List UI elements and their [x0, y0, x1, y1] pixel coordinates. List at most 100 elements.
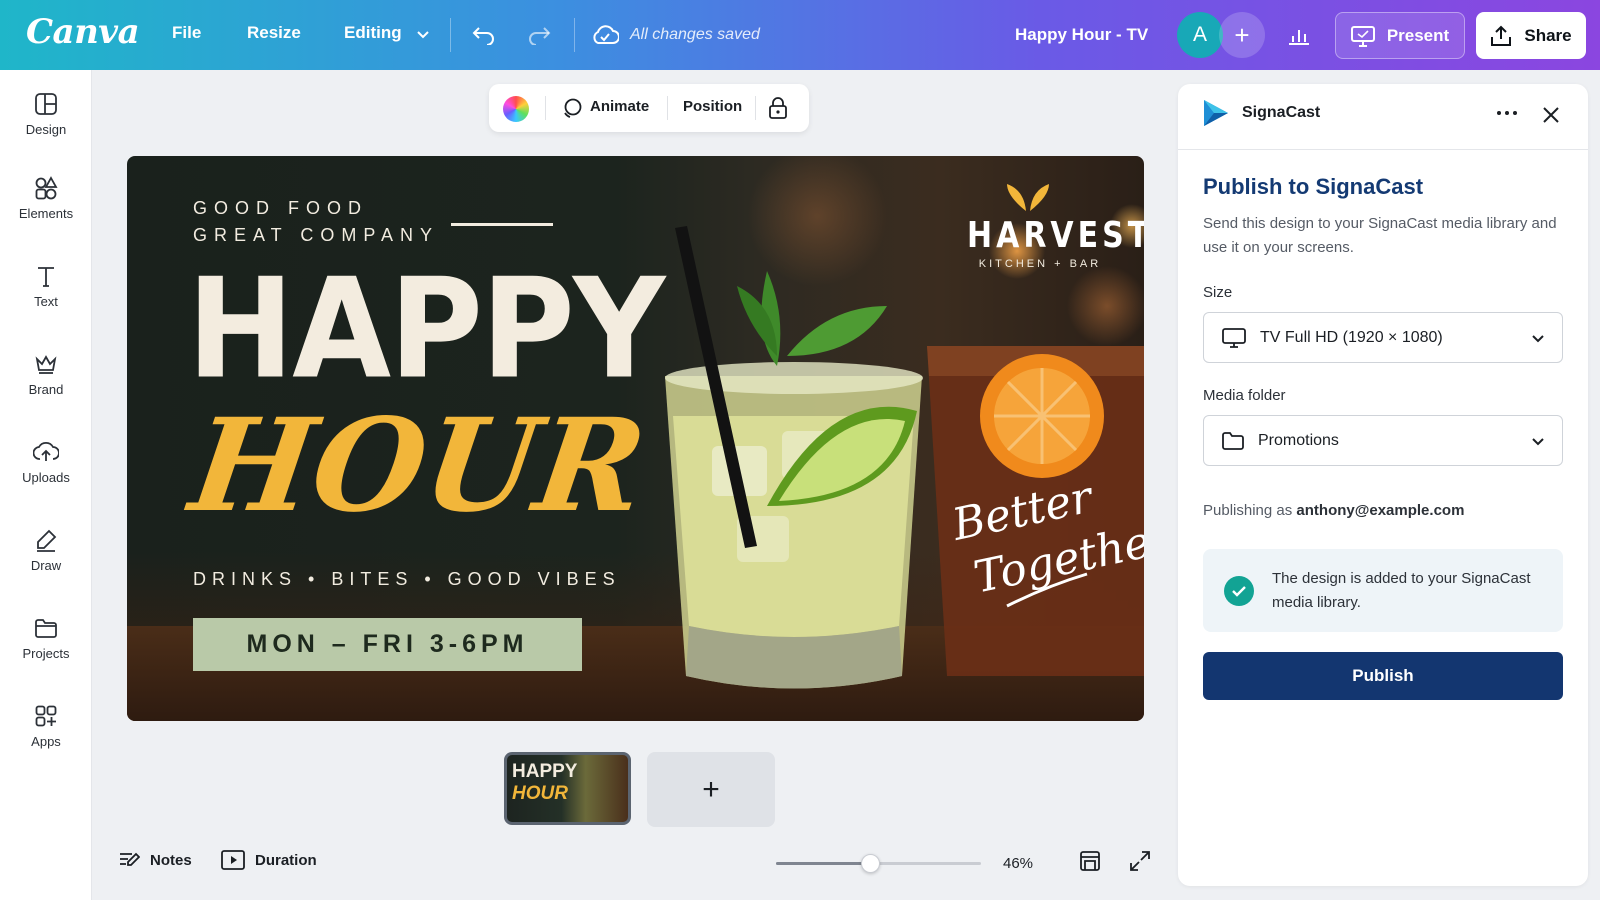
divider: [574, 18, 575, 52]
zoom-slider-fill: [776, 862, 871, 865]
redo-icon[interactable]: [524, 20, 554, 50]
zoom-value[interactable]: 46%: [1003, 855, 1033, 872]
signacast-logo-icon: [1204, 100, 1228, 126]
size-select[interactable]: TV Full HD (1920 × 1080): [1203, 312, 1563, 363]
rail-label: Projects: [22, 646, 70, 661]
avatar[interactable]: A: [1177, 12, 1223, 58]
color-picker-button[interactable]: [503, 96, 529, 122]
add-page-button[interactable]: +: [647, 752, 775, 827]
rail-label: Elements: [18, 206, 74, 221]
cloud-check-icon: [590, 20, 620, 50]
chevron-down-icon: [417, 30, 430, 38]
pen-icon: [37, 529, 57, 552]
headline-hour: HOUR: [182, 391, 654, 541]
app-name: SignaCast: [1242, 104, 1321, 121]
size-label: Size: [1203, 284, 1233, 301]
tagline-2: GREAT COMPANY: [193, 225, 440, 245]
rail-label: Text: [34, 294, 58, 309]
rail-item-uploads[interactable]: Uploads: [0, 440, 92, 485]
panel-title: Publish to SignaCast: [1203, 174, 1424, 199]
monitor-icon: [1222, 327, 1246, 348]
fullscreen-icon[interactable]: [1129, 850, 1151, 872]
zoom-slider[interactable]: [776, 854, 981, 873]
publish-button[interactable]: Publish: [1203, 652, 1563, 700]
cloud-upload-icon: [33, 441, 59, 461]
days-banner: MON – FRI 3-6PM: [193, 618, 582, 671]
editing-menu[interactable]: Editing: [344, 23, 430, 43]
close-icon[interactable]: [1542, 106, 1560, 124]
tagline-1: GOOD FOOD: [193, 198, 368, 218]
divider: [667, 96, 668, 120]
more-options-icon[interactable]: [1496, 108, 1518, 118]
rail-item-draw[interactable]: Draw: [0, 528, 92, 573]
context-toolbar: Animate Position: [489, 84, 809, 132]
success-text: The design is added to your SignaCast me…: [1272, 570, 1531, 611]
document-title[interactable]: Happy Hour - TV: [1015, 25, 1148, 45]
publishing-as: Publishing as anthony@example.com: [1203, 502, 1464, 519]
play-icon: [221, 850, 245, 870]
folder-select[interactable]: Promotions: [1203, 415, 1563, 466]
publishing-as-email: anthony@example.com: [1296, 502, 1465, 519]
rail-label: Apps: [31, 734, 61, 749]
notes-label: Notes: [150, 851, 192, 869]
size-value: TV Full HD (1920 × 1080): [1260, 328, 1443, 346]
brand-subtitle: KITCHEN + BAR: [978, 258, 1102, 270]
add-collaborator-button[interactable]: +: [1219, 12, 1265, 58]
folder-icon: [1222, 431, 1244, 450]
divider: [545, 96, 546, 120]
rail-item-apps[interactable]: Apps: [0, 704, 92, 749]
design-canvas[interactable]: GOOD FOOD GREAT COMPANY HAPPY HOUR DRINK…: [127, 156, 1144, 721]
notes-icon: [120, 852, 140, 866]
file-menu[interactable]: File: [172, 23, 201, 43]
zoom-slider-handle[interactable]: [861, 854, 881, 873]
present-label: Present: [1386, 25, 1450, 45]
rail-item-elements[interactable]: Elements: [0, 176, 92, 221]
top-bar: Canva File Resize Editing All changes sa…: [0, 0, 1600, 70]
editing-label: Editing: [344, 23, 402, 42]
position-button[interactable]: Position: [683, 98, 742, 115]
rail-item-design[interactable]: Design: [0, 92, 92, 137]
folder-icon: [35, 619, 57, 638]
crown-icon: [35, 355, 57, 374]
thumb-headline-2: HOUR: [512, 783, 568, 804]
undo-icon[interactable]: [469, 20, 499, 50]
canva-logo[interactable]: Canva: [26, 12, 140, 52]
folder-label: Media folder: [1203, 387, 1286, 404]
check-circle-icon: [1224, 576, 1254, 606]
notes-button[interactable]: Notes: [118, 850, 192, 870]
duration-button[interactable]: Duration: [221, 850, 317, 870]
rail-label: Brand: [28, 382, 64, 397]
success-message: The design is added to your SignaCast me…: [1203, 549, 1563, 632]
rail-item-text[interactable]: Text: [0, 264, 92, 309]
thumb-headline-1: HAPPY: [512, 761, 578, 782]
signacast-panel: SignaCast Publish to SignaCast Send this…: [1178, 84, 1588, 886]
chevron-down-icon: [1532, 335, 1544, 343]
divider: [450, 18, 451, 52]
rail-label: Design: [25, 122, 67, 137]
present-button[interactable]: Present: [1335, 12, 1465, 59]
subline: DRINKS • BITES • GOOD VIBES: [193, 569, 621, 589]
share-label: Share: [1524, 25, 1572, 45]
headline-happy: HAPPY: [187, 249, 665, 411]
text-icon: [38, 267, 54, 287]
save-status: All changes saved: [630, 26, 760, 43]
rail-item-projects[interactable]: Projects: [0, 616, 92, 661]
chevron-down-icon: [1532, 438, 1544, 446]
resize-menu[interactable]: Resize: [247, 23, 301, 43]
rail-label: Draw: [30, 558, 62, 573]
page-thumbnail[interactable]: HAPPY HOUR: [504, 752, 631, 825]
page-view-icon[interactable]: [1079, 850, 1101, 872]
lock-icon[interactable]: [768, 96, 788, 120]
insights-icon[interactable]: [1284, 20, 1314, 50]
side-rail: Design Elements Text Brand Uploads Draw …: [0, 70, 92, 900]
brand-name: HARVEST: [967, 214, 1144, 257]
animate-button[interactable]: Animate: [590, 98, 649, 115]
rail-item-brand[interactable]: Brand: [0, 352, 92, 397]
monitor-icon: [1350, 25, 1375, 47]
panel-header: SignaCast: [1178, 84, 1588, 150]
rail-label: Uploads: [22, 470, 70, 485]
animate-icon[interactable]: [561, 97, 583, 119]
tagline-rule: [451, 223, 553, 226]
divider: [755, 96, 756, 120]
share-button[interactable]: Share: [1476, 12, 1586, 59]
